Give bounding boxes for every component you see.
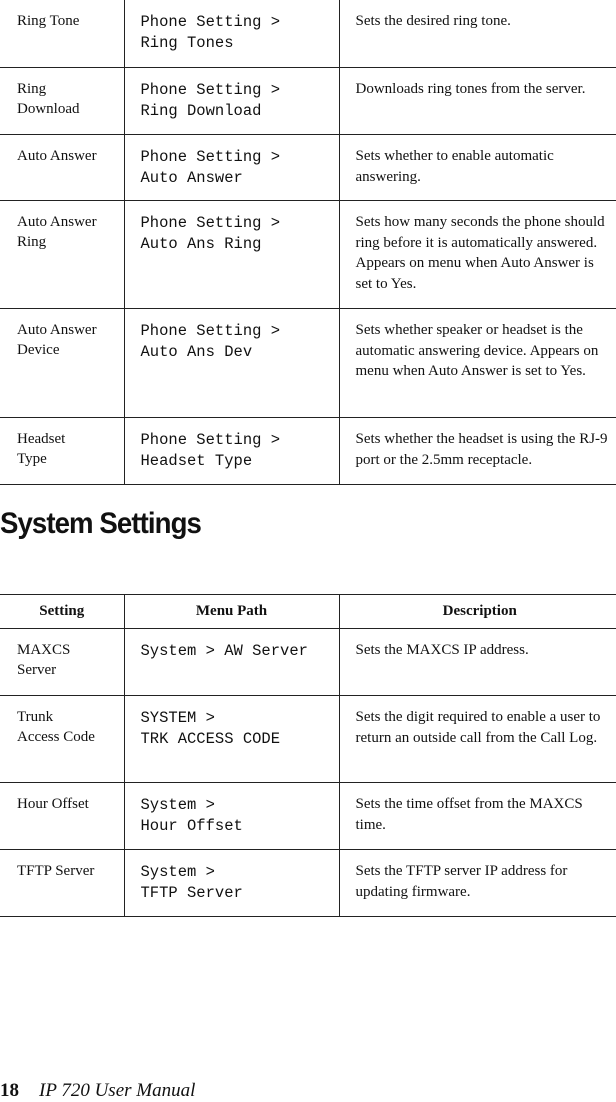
setting-description: Sets whether speaker or headset is the a… [338, 308, 616, 418]
table-row: Auto Answer Ring Phone Setting > Auto An… [0, 200, 616, 309]
menu-path: SYSTEM > TRK ACCESS CODE [123, 695, 339, 783]
table-row: Ring Download Phone Setting > Ring Downl… [0, 67, 616, 135]
menu-path: Phone Setting > Ring Tones [123, 0, 339, 68]
page-footer: 18 IP 720 User Manual [0, 1080, 195, 1102]
phone-settings-table: Ring Tone Phone Setting > Ring Tones Set… [0, 0, 616, 485]
setting-name: Hour Offset [0, 782, 124, 850]
setting-name: MAXCS Server [0, 628, 124, 696]
column-header-menu-path: Menu Path [123, 594, 339, 629]
table-row: Trunk Access Code SYSTEM > TRK ACCESS CO… [0, 695, 616, 783]
setting-description: Sets the MAXCS IP address. [338, 628, 616, 696]
setting-description: Sets the TFTP server IP address for upda… [338, 849, 616, 917]
menu-path: System > Hour Offset [123, 782, 339, 850]
system-settings-table: Setting Menu Path Description MAXCS Serv… [0, 594, 616, 917]
manual-title: IP 720 User Manual [39, 1080, 196, 1101]
setting-name: Trunk Access Code [0, 695, 124, 783]
menu-path: Phone Setting > Auto Answer [123, 134, 339, 201]
setting-name: TFTP Server [0, 849, 124, 917]
column-header-description: Description [338, 594, 616, 629]
menu-path: Phone Setting > Ring Download [123, 67, 339, 135]
setting-name: Ring Tone [0, 0, 124, 68]
menu-path: System > AW Server [123, 628, 339, 696]
setting-description: Sets the digit required to enable a user… [338, 695, 616, 783]
table-row: TFTP Server System > TFTP Server Sets th… [0, 849, 616, 917]
menu-path: System > TFTP Server [123, 849, 339, 917]
page-number: 18 [0, 1080, 19, 1101]
table-row: Auto Answer Phone Setting > Auto Answer … [0, 134, 616, 201]
section-heading: System Settings [0, 507, 202, 540]
setting-name: Ring Download [0, 67, 124, 135]
setting-description: Sets the desired ring tone. [338, 0, 616, 68]
menu-path: Phone Setting > Auto Ans Dev [123, 308, 339, 418]
table-row: Headset Type Phone Setting > Headset Typ… [0, 417, 616, 485]
table-row: Auto Answer Device Phone Setting > Auto … [0, 308, 616, 418]
setting-name: Headset Type [0, 417, 124, 485]
setting-description: Sets whether to enable automatic answeri… [338, 134, 616, 201]
menu-path: Phone Setting > Headset Type [123, 417, 339, 485]
setting-description: Downloads ring tones from the server. [338, 67, 616, 135]
setting-name: Auto Answer Ring [0, 200, 124, 309]
table-row: Hour Offset System > Hour Offset Sets th… [0, 782, 616, 850]
table-header-row: Setting Menu Path Description [0, 594, 616, 629]
setting-name: Auto Answer Device [0, 308, 124, 418]
setting-name: Auto Answer [0, 134, 124, 201]
table-row: Ring Tone Phone Setting > Ring Tones Set… [0, 0, 616, 68]
setting-description: Sets how many seconds the phone should r… [338, 200, 616, 309]
setting-description: Sets the time offset from the MAXCS time… [338, 782, 616, 850]
menu-path: Phone Setting > Auto Ans Ring [123, 200, 339, 309]
table-row: MAXCS Server System > AW Server Sets the… [0, 628, 616, 696]
setting-description: Sets whether the headset is using the RJ… [338, 417, 616, 485]
column-header-setting: Setting [0, 594, 124, 629]
